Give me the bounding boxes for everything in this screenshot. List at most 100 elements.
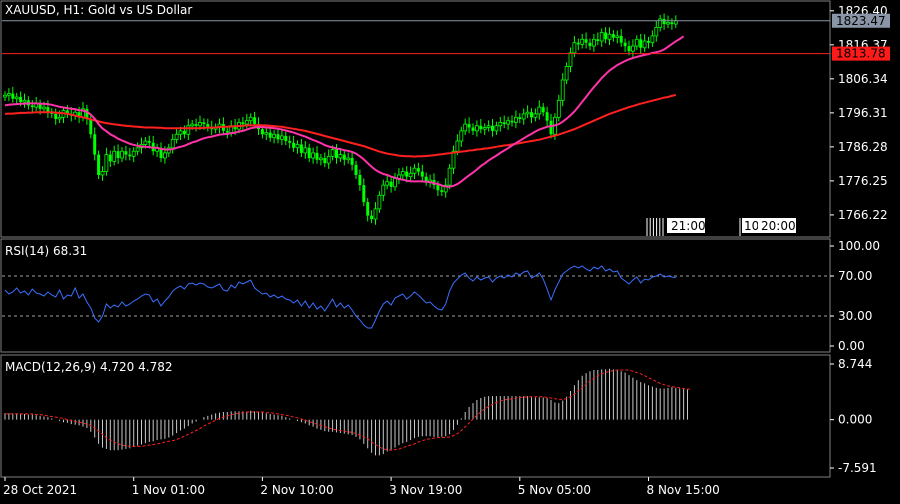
candle-body-down [518, 117, 522, 119]
time-tick-label: 8 Nov 15:00 [647, 483, 720, 497]
candle-body-down [30, 105, 34, 108]
candle-body-down [89, 119, 93, 135]
candle-body-up [381, 184, 386, 196]
candle-body-down [124, 151, 128, 155]
candle-body-up [248, 116, 253, 122]
candle-body-up [560, 79, 565, 101]
candle-body-up [7, 93, 11, 96]
candle-body-down [530, 112, 533, 118]
candle-body-up [537, 106, 542, 115]
candle-body-down [405, 171, 409, 177]
candle-body-down [639, 39, 643, 48]
price-tick-label: 1766.22 [838, 208, 888, 222]
level-price-label: 1813.78 [836, 47, 886, 61]
candle-body-up [57, 116, 62, 120]
candle-body-up [474, 125, 479, 132]
price-tick-label: 1806.34 [838, 72, 888, 86]
candle-body-up [498, 121, 503, 127]
candle-body-up [400, 171, 405, 176]
candle-body-down [416, 168, 420, 172]
candle-body-down [436, 185, 440, 191]
candle-body-down [335, 149, 338, 158]
level-price-tag: 1813.78 [832, 46, 890, 61]
candle-body-down [116, 151, 120, 158]
candle-body-up [631, 45, 635, 52]
candle-body-down [662, 18, 666, 25]
candle-body-up [143, 140, 148, 145]
candle-body-up [112, 150, 117, 162]
candle-body-down [93, 134, 97, 155]
candle-body-down [358, 174, 362, 186]
price-tick-label: 1786.28 [838, 140, 888, 154]
time-tick-label: 3 Nov 19:00 [389, 483, 462, 497]
candle-body-up [607, 33, 612, 40]
candle-body-up [564, 66, 569, 81]
candle-body-down [611, 34, 615, 38]
candle-body-down [440, 190, 444, 192]
candle-body-up [393, 177, 397, 188]
candle-body-up [666, 21, 670, 25]
trading-terminal: XAUUSD, H1: Gold vs US Dollar 1826.40 181… [0, 0, 900, 500]
candle-body-down [299, 144, 303, 153]
candle-body-up [506, 120, 511, 125]
candle-body-down [288, 141, 292, 143]
candle-body-up [556, 99, 561, 118]
candle-body-up [580, 38, 585, 45]
candle-body-down [147, 141, 151, 143]
candle-body-down [292, 142, 296, 148]
candle-body-down [350, 158, 354, 165]
candle-body-down [420, 171, 424, 177]
candle-body-up [385, 181, 390, 186]
candle-body-up [330, 149, 335, 157]
price-tick-label: 1776.25 [838, 174, 888, 188]
candle-body-down [307, 147, 311, 158]
candle-body-up [514, 116, 518, 123]
candle-body-down [354, 164, 358, 175]
candle-body-down [596, 39, 600, 41]
candle-body-up [162, 152, 167, 159]
candle-body-up [170, 138, 175, 149]
candle-body-up [120, 150, 124, 159]
candle-body-up [100, 171, 105, 176]
candle-body-up [377, 194, 382, 210]
candle-body-down [467, 124, 471, 128]
candle-body-down [182, 130, 186, 135]
candle-body-up [303, 147, 308, 154]
candle-body-down [670, 22, 674, 25]
rsi-tick-label: 70.00 [838, 269, 872, 283]
candle-body-down [370, 215, 374, 220]
candle-body-down [510, 120, 514, 123]
candle-body-up [408, 172, 413, 178]
macd-tick-label: -7.591 [838, 461, 877, 475]
candle-body-down [276, 134, 280, 140]
rsi-title: RSI(14) 68.31 [5, 244, 87, 258]
candle-body-down [97, 154, 101, 175]
candle-body-up [295, 144, 300, 149]
candle-body-up [568, 52, 573, 67]
candle-body-up [521, 113, 526, 120]
candle-body-up [190, 123, 195, 127]
candle-body-down [627, 46, 631, 52]
current-price-tag: 1823.47 [832, 13, 890, 28]
candle-body-up [3, 94, 7, 98]
candle-body-down [479, 125, 483, 130]
chart-canvas[interactable]: XAUUSD, H1: Gold vs US Dollar 1826.40181… [0, 0, 900, 500]
time-tick-label: 5 Nov 05:00 [518, 483, 591, 497]
candle-body-down [541, 107, 545, 113]
candle-body-up [615, 35, 620, 39]
candle-body-up [198, 121, 202, 127]
candle-body-down [315, 152, 319, 160]
candle-body-up [482, 127, 487, 130]
candle-body-down [202, 122, 206, 125]
candle-body-up [279, 135, 284, 140]
time-tick-label: 28 Oct 2021 [3, 483, 77, 497]
candle-body-down [11, 93, 15, 99]
candle-body-down [471, 127, 475, 131]
candle-body-down [108, 154, 112, 162]
candle-body-up [42, 106, 46, 110]
candle-body-up [264, 132, 269, 135]
candle-body-up [592, 38, 596, 47]
candle-body-down [619, 35, 623, 43]
candle-body-up [654, 27, 659, 37]
candle-body-down [284, 135, 288, 142]
